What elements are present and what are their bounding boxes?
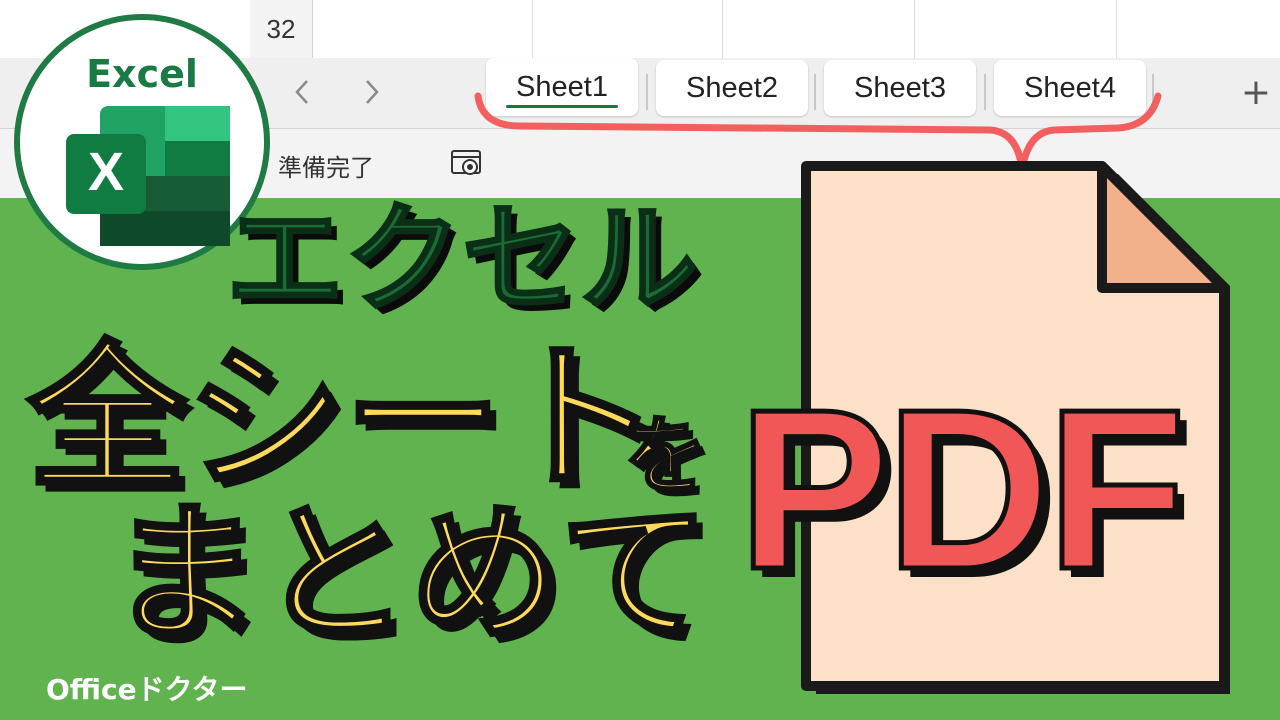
- headline-all-sheets: 全シート: [26, 327, 662, 511]
- logo-letter: X: [88, 142, 124, 202]
- tab-separator: [646, 74, 648, 110]
- headline-excel: エクセル: [224, 190, 699, 328]
- plus-icon: +: [1240, 71, 1272, 113]
- headline-together: まとめて: [108, 488, 712, 662]
- tab-separator: [984, 74, 986, 110]
- tab-separator: [814, 74, 816, 110]
- sheet-tab-label: Sheet1: [516, 70, 608, 103]
- accessibility-icon[interactable]: [450, 148, 484, 180]
- logo-word: Excel: [86, 52, 198, 96]
- sheet-tab-2[interactable]: Sheet2: [656, 60, 808, 116]
- sheet-tab-label: Sheet2: [686, 71, 778, 104]
- row-header[interactable]: 32: [250, 0, 313, 58]
- sheet-tab-3[interactable]: Sheet3: [824, 60, 976, 116]
- column-gridline: [532, 0, 533, 58]
- column-gridline: [722, 0, 723, 58]
- tab-separator: [1152, 74, 1154, 110]
- headline-pdf: PDF: [736, 363, 1189, 617]
- chevron-left-icon[interactable]: [282, 72, 322, 112]
- column-gridline: [914, 0, 915, 58]
- active-tab-indicator: [506, 105, 618, 108]
- status-text: 準備完了: [278, 154, 374, 182]
- sheet-tab-label: Sheet4: [1024, 71, 1116, 104]
- column-gridline: [1116, 0, 1117, 58]
- excel-icon: X: [66, 106, 230, 246]
- sheet-tab-4[interactable]: Sheet4: [994, 60, 1146, 116]
- chevron-right-icon[interactable]: [352, 72, 392, 112]
- headline-particle: を: [622, 407, 709, 505]
- brand-logo-text: Officeドクター: [46, 673, 248, 706]
- sheet-tab-label: Sheet3: [854, 71, 946, 104]
- add-sheet-button[interactable]: +: [1234, 70, 1278, 114]
- sheet-tab-1[interactable]: Sheet1: [486, 58, 638, 116]
